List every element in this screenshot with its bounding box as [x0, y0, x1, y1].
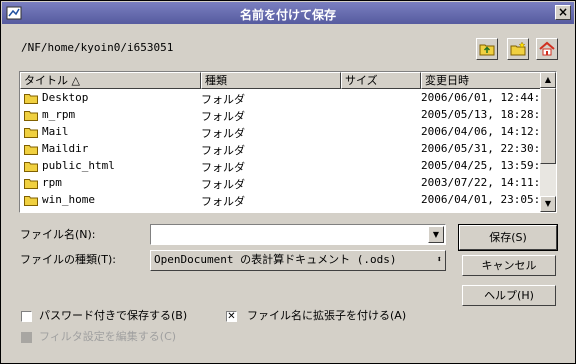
column-header-type[interactable]: 種類: [201, 72, 341, 89]
file-name: public_html: [42, 159, 115, 172]
file-type: フォルダ: [201, 127, 245, 140]
file-name: Mail: [42, 125, 69, 138]
filter-checkbox[interactable]: [21, 332, 32, 343]
folder-icon: [24, 145, 38, 155]
file-name: Desktop: [42, 91, 89, 104]
close-icon[interactable]: ×: [555, 5, 571, 20]
up-folder-icon: [479, 44, 495, 56]
current-path: /NF/home/kyoin0/i653051: [21, 41, 174, 54]
folder-icon: [24, 162, 38, 172]
folder-icon: [24, 196, 38, 206]
title-bar: 名前を付けて保存 ×: [2, 2, 574, 24]
dialog-title: 名前を付けて保存: [239, 8, 336, 22]
file-name: win_home: [42, 193, 95, 206]
folder-icon: [24, 179, 38, 189]
password-checkbox[interactable]: [21, 311, 32, 322]
filetype-value: OpenDocument の表計算ドキュメント (.ods): [154, 253, 397, 266]
scroll-thumb[interactable]: [540, 88, 556, 164]
list-item[interactable]: Mail フォルダ 2006/04/06, 14:12:: [20, 124, 540, 141]
file-date: 2006/05/31, 22:30:: [421, 142, 541, 155]
new-folder-button[interactable]: [507, 38, 529, 60]
file-date: 2005/04/25, 13:59:: [421, 159, 541, 172]
file-type: フォルダ: [201, 144, 245, 157]
up-folder-button[interactable]: [476, 38, 498, 60]
list-item-partial: [20, 209, 540, 212]
file-date: 2006/04/01, 23:05:: [421, 193, 541, 206]
list-item[interactable]: rpm フォルダ 2003/07/22, 14:11:: [20, 175, 540, 192]
file-type: フォルダ: [201, 110, 245, 123]
filename-label: ファイル名(N):: [20, 228, 96, 241]
filename-dropdown-icon[interactable]: ▼: [428, 226, 444, 243]
column-header-date[interactable]: 変更日時: [421, 72, 541, 89]
folder-icon: [24, 94, 38, 104]
filename-input[interactable]: ▼: [150, 224, 446, 245]
home-icon: [539, 41, 555, 56]
list-item[interactable]: Maildir フォルダ 2006/05/31, 22:30:: [20, 141, 540, 158]
list-item[interactable]: public_html フォルダ 2005/04/25, 13:59:: [20, 158, 540, 175]
save-button[interactable]: 保存(S): [458, 224, 558, 251]
folder-icon: [24, 128, 38, 138]
list-item[interactable]: win_home フォルダ 2006/04/01, 23:05:: [20, 192, 540, 209]
file-name: rpm: [42, 176, 62, 189]
scroll-up-icon[interactable]: ▲: [540, 72, 556, 88]
extension-checkbox[interactable]: ✕: [226, 311, 237, 322]
file-name: m_rpm: [42, 108, 76, 121]
scroll-down-icon[interactable]: ▼: [540, 196, 556, 212]
list-item[interactable]: m_rpm フォルダ 2005/05/13, 18:28:: [20, 107, 540, 124]
filetype-label: ファイルの種類(T):: [20, 253, 117, 266]
file-list[interactable]: タイトル △ 種類 サイズ 変更日時 Desktop フォルダ 2006/06/01…: [19, 71, 557, 213]
cancel-button[interactable]: キャンセル: [462, 255, 556, 276]
file-type: フォルダ: [201, 161, 245, 174]
save-dialog: 名前を付けて保存 × /NF/home/kyoin0/i653051 タイトル …: [0, 0, 576, 364]
folder-icon: [24, 111, 38, 121]
filter-label: フィルタ設定を編集する(C): [39, 330, 177, 343]
file-type: フォルダ: [201, 195, 245, 208]
vertical-scrollbar[interactable]: ▲ ▼: [540, 72, 556, 212]
updown-icon: ⬍: [436, 255, 442, 265]
list-item[interactable]: Desktop フォルダ 2006/06/01, 12:44:: [20, 90, 540, 107]
new-folder-icon: [510, 41, 526, 56]
file-name: Maildir: [42, 142, 89, 155]
file-date: 2003/07/22, 14:11:: [421, 176, 541, 189]
extension-label[interactable]: ファイル名に拡張子を付ける(A): [247, 307, 406, 323]
file-date: 2006/04/06, 14:12:: [421, 125, 541, 138]
home-button[interactable]: [536, 38, 558, 60]
file-date: 2005/05/13, 18:28:: [421, 108, 541, 121]
file-type: フォルダ: [201, 178, 245, 191]
file-date: 2006/06/01, 12:44:: [421, 91, 541, 104]
help-button[interactable]: ヘルプ(H): [462, 285, 556, 306]
column-header-size[interactable]: サイズ: [341, 72, 421, 89]
password-label[interactable]: パスワード付きで保存する(B): [39, 307, 187, 323]
filetype-select[interactable]: OpenDocument の表計算ドキュメント (.ods) ⬍: [150, 250, 446, 271]
file-type: フォルダ: [201, 93, 245, 106]
column-header-title[interactable]: タイトル △: [20, 72, 201, 89]
